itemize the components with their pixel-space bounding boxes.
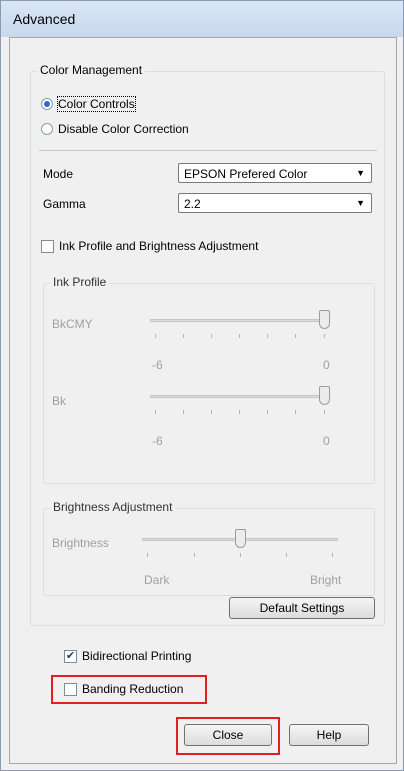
slider-track	[150, 319, 330, 322]
bk-slider[interactable]	[150, 386, 330, 416]
slider-tick	[286, 553, 287, 557]
slider-tick	[267, 410, 268, 414]
slider-tick	[295, 410, 296, 414]
mode-select[interactable]: EPSON Prefered Color ▼	[178, 163, 372, 183]
bkcmy-slider[interactable]	[150, 310, 330, 340]
close-button[interactable]: Close	[184, 724, 272, 746]
default-settings-button[interactable]: Default Settings	[229, 597, 375, 619]
slider-tick	[147, 553, 148, 557]
title-bar[interactable]: Advanced	[1, 1, 403, 37]
checkbox-unchecked-icon	[41, 239, 54, 253]
checkbox-unchecked-icon	[64, 682, 77, 696]
brightness-adjustment-label: Brightness Adjustment	[50, 500, 176, 514]
gamma-label: Gamma	[43, 197, 86, 211]
slider-tick	[267, 334, 268, 338]
bkcmy-min-label: -6	[152, 358, 163, 372]
slider-thumb[interactable]	[235, 529, 246, 548]
gamma-select[interactable]: 2.2 ▼	[178, 193, 372, 213]
slider-tick	[211, 410, 212, 414]
slider-tick	[332, 553, 333, 557]
slider-tick	[295, 334, 296, 338]
slider-tick	[239, 410, 240, 414]
disable-color-correction-label: Disable Color Correction	[58, 122, 189, 136]
color-controls-label: Color Controls	[57, 96, 136, 112]
banding-reduction-label: Banding Reduction	[82, 682, 184, 696]
radio-unselected-icon	[41, 123, 53, 135]
slider-thumb[interactable]	[319, 310, 330, 329]
color-management-group: Color Management Color Controls Disable …	[30, 63, 385, 626]
brightness-slider[interactable]	[142, 529, 338, 559]
bidirectional-printing-checkbox[interactable]: ✔ Bidirectional Printing	[64, 649, 191, 663]
disable-color-correction-radio[interactable]: Disable Color Correction	[41, 122, 189, 136]
slider-track	[150, 395, 330, 398]
dialog-body: Color Management Color Controls Disable …	[9, 37, 397, 764]
bk-max-label: 0	[323, 434, 330, 448]
chevron-down-icon: ▼	[356, 168, 365, 178]
bkcmy-max-label: 0	[323, 358, 330, 372]
ink-profile-group: Ink Profile BkCMY -6 0 Bk -6 0	[43, 275, 375, 484]
slider-tick	[324, 334, 325, 338]
slider-tick	[324, 410, 325, 414]
checkbox-checked-icon: ✔	[64, 649, 77, 663]
ink-profile-label: Ink Profile	[50, 275, 110, 289]
slider-tick	[155, 410, 156, 414]
ink-profile-brightness-checkbox[interactable]: Ink Profile and Brightness Adjustment	[41, 239, 258, 253]
bk-label: Bk	[52, 394, 67, 408]
separator	[39, 150, 377, 151]
color-controls-radio[interactable]: Color Controls	[41, 96, 136, 112]
bk-min-label: -6	[152, 434, 163, 448]
brightness-max-label: Bright	[310, 573, 342, 587]
brightness-min-label: Dark	[144, 573, 170, 587]
dialog-title: Advanced	[13, 11, 76, 27]
slider-tick	[211, 334, 212, 338]
brightness-adjustment-group: Brightness Adjustment Brightness Dark Br…	[43, 500, 375, 596]
radio-selected-icon	[41, 98, 53, 110]
slider-tick	[194, 553, 195, 557]
slider-tick	[183, 334, 184, 338]
slider-tick	[239, 334, 240, 338]
color-management-label: Color Management	[37, 63, 146, 77]
banding-reduction-checkbox[interactable]: Banding Reduction	[64, 682, 183, 696]
bkcmy-label: BkCMY	[52, 317, 93, 331]
mode-label: Mode	[43, 167, 74, 181]
bidirectional-printing-label: Bidirectional Printing	[82, 649, 192, 663]
advanced-dialog: Advanced Color Management Color Controls…	[0, 0, 404, 771]
slider-tick	[183, 410, 184, 414]
chevron-down-icon: ▼	[356, 198, 365, 208]
slider-tick	[155, 334, 156, 338]
slider-thumb[interactable]	[319, 386, 330, 405]
brightness-label: Brightness	[52, 536, 109, 550]
mode-value: EPSON Prefered Color	[184, 167, 308, 181]
slider-tick	[240, 553, 241, 557]
ink-profile-brightness-label: Ink Profile and Brightness Adjustment	[59, 239, 259, 253]
help-button[interactable]: Help	[289, 724, 369, 746]
gamma-value: 2.2	[184, 197, 201, 211]
